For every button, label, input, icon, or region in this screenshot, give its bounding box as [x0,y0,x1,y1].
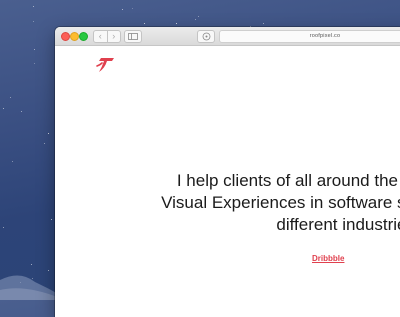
star [121,8,123,10]
wallpaper-mountain [0,275,60,300]
browser-toolbar: ‹ › roofpixel.co [55,27,400,46]
back-button[interactable]: ‹ [94,31,107,42]
star [48,133,50,135]
compass-icon [202,32,210,41]
page-content: I help clients of all around the w Visua… [55,46,400,317]
star [32,6,34,8]
forward-button[interactable]: › [106,31,121,42]
star [197,15,199,17]
headline: I help clients of all around the w Visua… [55,170,400,236]
headline-line: I help clients of all around the w [176,171,400,190]
browser-window: ‹ › roofpixel.co I help clients of all a… [55,27,400,317]
minimize-window-button[interactable] [70,32,79,41]
sidebar-icon [128,33,138,40]
star [143,23,145,25]
star [176,22,178,24]
star [34,63,36,65]
star [43,143,45,145]
close-window-button[interactable] [61,32,70,41]
headline-line: different industries [276,215,400,234]
dribbble-link[interactable]: Dribbble [312,254,344,263]
star [50,218,52,220]
star [262,22,264,24]
star [11,161,13,163]
maximize-window-button[interactable] [79,32,88,41]
star [2,107,4,109]
star [20,110,22,112]
star [9,97,11,99]
star [195,19,197,21]
star [34,48,36,50]
url-text: roofpixel.co [309,33,341,39]
star [132,8,134,10]
site-logo[interactable] [96,56,116,74]
headline-line: Visual Experiences in software so [161,193,400,212]
reader-button[interactable] [197,30,215,43]
sidebar-toggle-button[interactable] [124,30,142,43]
star [3,226,5,228]
navigation-buttons: ‹ › [93,30,121,43]
address-bar[interactable]: roofpixel.co [219,30,400,43]
star [33,20,35,22]
